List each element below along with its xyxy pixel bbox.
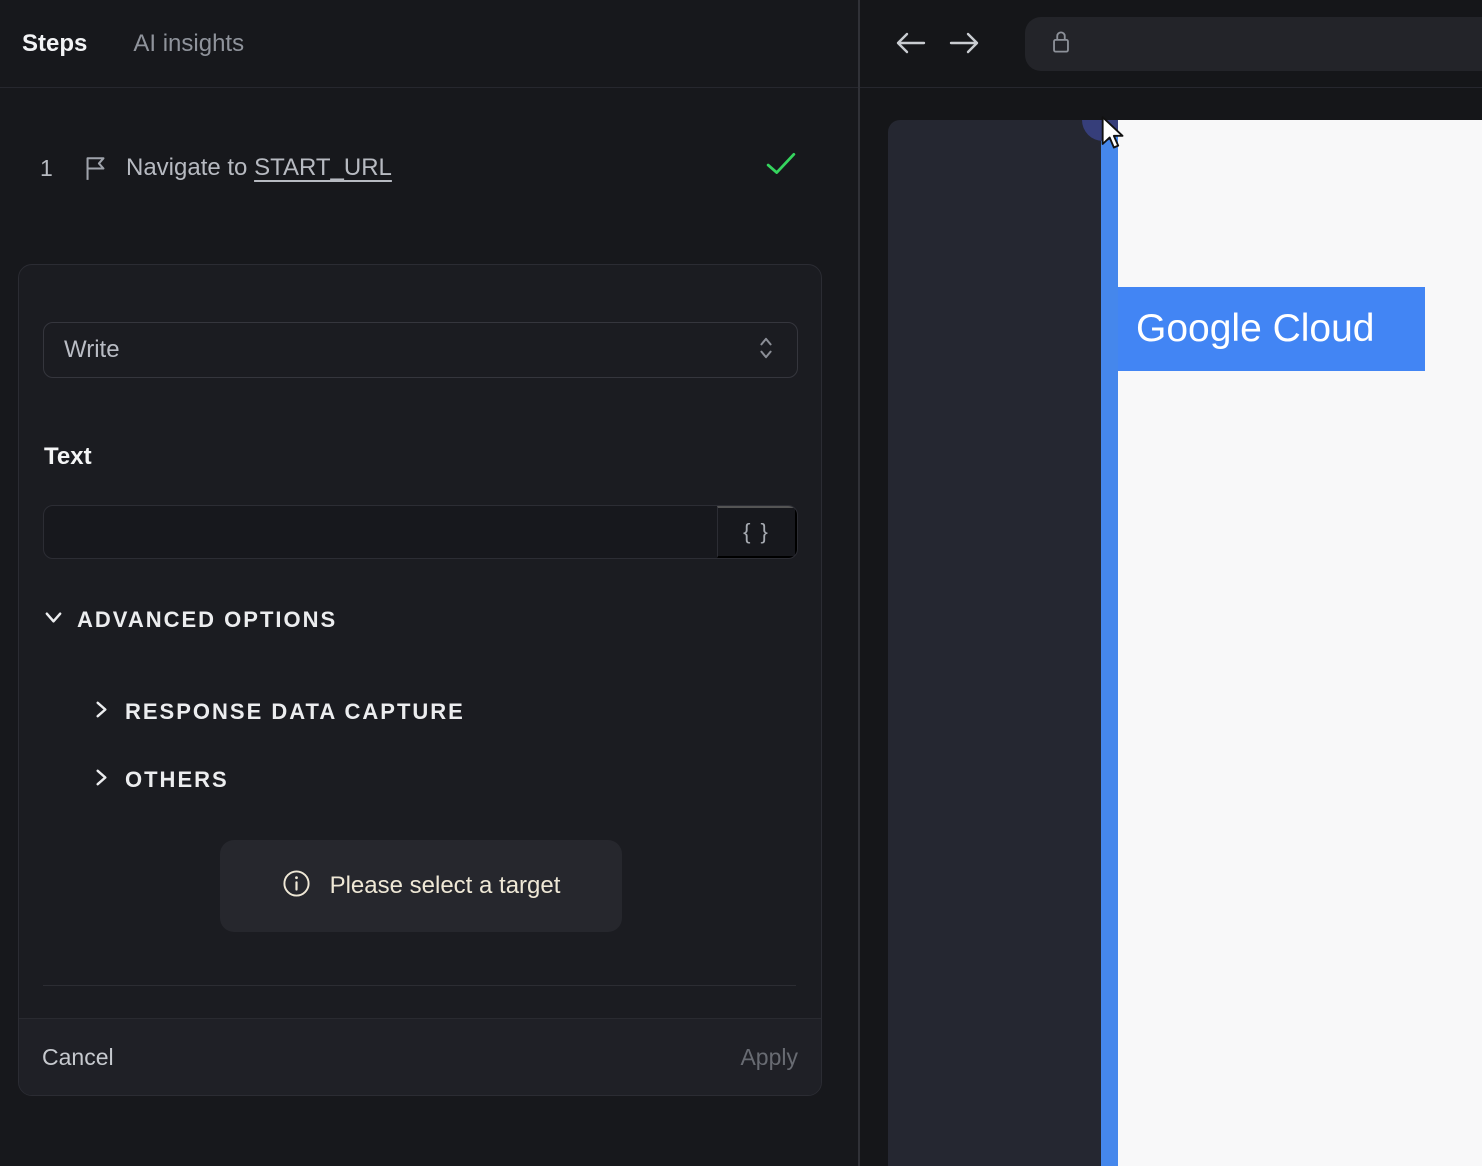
browser-panel: Google Cloud bbox=[860, 0, 1482, 1166]
editor-footer: Cancel Apply bbox=[19, 1018, 821, 1095]
step-number: 1 bbox=[40, 154, 53, 181]
text-input-group: { } bbox=[43, 505, 798, 559]
braces-icon[interactable]: { } bbox=[717, 506, 797, 558]
flag-icon bbox=[84, 156, 108, 181]
advanced-options-toggle[interactable]: ADVANCED OPTIONS bbox=[43, 607, 337, 633]
check-icon bbox=[766, 152, 796, 181]
action-type-value: Write bbox=[64, 336, 120, 363]
step-label: Navigate to START_URL bbox=[126, 154, 392, 181]
others-label: OTHERS bbox=[125, 767, 229, 792]
browser-toolbar bbox=[860, 0, 1482, 88]
page-side-panel bbox=[888, 120, 1101, 1166]
left-panel-header: Steps AI insights bbox=[0, 0, 858, 88]
google-cloud-banner-text: Google Cloud bbox=[1136, 307, 1375, 350]
footer-divider bbox=[43, 985, 796, 986]
apply-button[interactable]: Apply bbox=[740, 1044, 798, 1071]
forward-arrow-icon[interactable] bbox=[948, 28, 982, 60]
text-input[interactable] bbox=[44, 506, 717, 558]
select-target-notice: Please select a target bbox=[220, 840, 622, 932]
others-toggle[interactable]: OTHERS bbox=[91, 767, 229, 793]
page-viewport: Google Cloud bbox=[888, 120, 1482, 1166]
action-type-select[interactable]: Write bbox=[43, 322, 798, 378]
back-arrow-icon[interactable] bbox=[893, 28, 927, 60]
select-updown-icon bbox=[755, 334, 777, 367]
notice-text: Please select a target bbox=[329, 872, 561, 899]
response-data-capture-toggle[interactable]: RESPONSE DATA CAPTURE bbox=[91, 699, 465, 725]
step-item-1[interactable]: 1 Navigate to START_URL bbox=[40, 150, 818, 186]
page-body bbox=[1118, 120, 1482, 1166]
url-bar[interactable] bbox=[1025, 17, 1482, 71]
response-data-capture-label: RESPONSE DATA CAPTURE bbox=[125, 699, 465, 724]
text-field-label: Text bbox=[44, 443, 92, 470]
lock-icon bbox=[1049, 27, 1073, 62]
tab-ai-insights[interactable]: AI insights bbox=[133, 30, 244, 58]
chevron-down-icon bbox=[43, 607, 64, 633]
steps-panel: Steps AI insights 1 Navigate to START_UR… bbox=[0, 0, 858, 1166]
app-screen: Steps AI insights 1 Navigate to START_UR… bbox=[0, 0, 1482, 1166]
step-editor-card: Write Text { } ADVANCED OPTIONS RESPONSE… bbox=[18, 264, 822, 1096]
tab-steps[interactable]: Steps bbox=[22, 30, 87, 58]
chevron-right-icon bbox=[91, 699, 112, 725]
mouse-cursor-icon bbox=[1100, 116, 1124, 156]
advanced-options-label: ADVANCED OPTIONS bbox=[77, 607, 338, 632]
chevron-right-icon bbox=[91, 767, 112, 793]
page-highlight-stripe bbox=[1101, 120, 1118, 1166]
start-url-link[interactable]: START_URL bbox=[254, 154, 392, 181]
info-icon bbox=[282, 869, 311, 903]
cancel-button[interactable]: Cancel bbox=[42, 1044, 114, 1071]
google-cloud-banner[interactable]: Google Cloud bbox=[1118, 287, 1425, 371]
